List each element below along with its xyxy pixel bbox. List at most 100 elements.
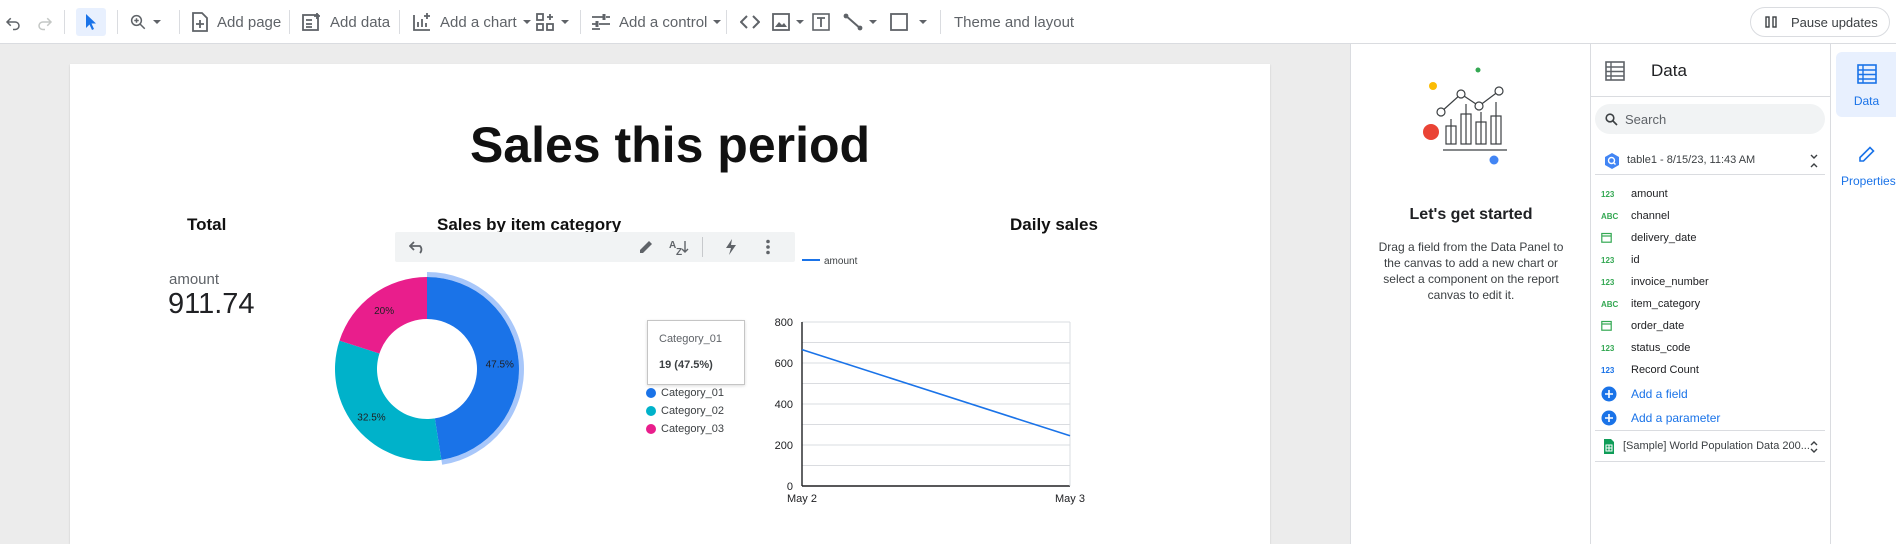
zoom-button[interactable] xyxy=(129,0,162,44)
url-embed-button[interactable] xyxy=(740,0,760,44)
chevron-down-icon xyxy=(561,20,569,24)
add-field-button[interactable]: Add a field xyxy=(1601,384,1688,404)
field-item[interactable]: order_date xyxy=(1601,316,1821,336)
report-page[interactable]: Sales this period Total amount 911.74 Sa… xyxy=(70,64,1270,544)
select-tool-button[interactable] xyxy=(76,8,106,36)
toolbar-divider xyxy=(940,10,941,34)
type-number-icon: 123 xyxy=(1601,189,1615,199)
undo-icon xyxy=(5,17,20,31)
add-control-button[interactable]: Add a control xyxy=(591,0,722,44)
add-parameter-button[interactable]: Add a parameter xyxy=(1601,408,1720,428)
add-page-label: Add page xyxy=(217,13,282,31)
chevron-expand-icon xyxy=(1810,441,1818,453)
add-page-button[interactable]: Add page xyxy=(191,0,281,44)
add-parameter-label: Add a parameter xyxy=(1631,411,1721,425)
chevron-down-icon xyxy=(919,20,927,24)
pause-updates-label: Pause updates xyxy=(1791,14,1878,30)
field-item[interactable]: 123 id xyxy=(1601,250,1821,270)
data-source-selector[interactable]: table1 - 8/15/23, 11:43 AM xyxy=(1595,147,1825,175)
tab-data[interactable]: Data xyxy=(1836,52,1896,117)
field-item[interactable]: delivery_date xyxy=(1601,228,1821,248)
x-tick-label: May 2 xyxy=(787,493,817,505)
table-icon xyxy=(1857,64,1877,84)
image-icon xyxy=(772,13,790,31)
theme-layout-button[interactable]: Theme and layout xyxy=(954,0,1074,44)
y-tick-label: 400 xyxy=(775,399,793,411)
add-data-label: Add data xyxy=(330,13,391,31)
add-page-icon xyxy=(192,12,208,32)
text-box-button[interactable] xyxy=(812,0,830,44)
field-name: status_code xyxy=(1631,342,1691,354)
y-tick-label: 800 xyxy=(775,317,793,329)
add-chart-button[interactable]: Add a chart xyxy=(412,0,532,44)
toolbar-divider xyxy=(580,10,581,34)
bigquery-icon xyxy=(1605,153,1619,169)
field-item[interactable]: 123 Record Count xyxy=(1601,360,1821,380)
pause-updates-button[interactable]: Pause updates xyxy=(1750,7,1890,37)
add-field-label: Add a field xyxy=(1631,387,1688,401)
community-visualizations-button[interactable] xyxy=(535,0,570,44)
welcome-panel: Let's get started Drag a field from the … xyxy=(1350,44,1590,544)
type-date-icon xyxy=(1601,232,1623,245)
top-toolbar: Add page Add data Add a chart Add a cont… xyxy=(0,0,1896,44)
add-circle-icon xyxy=(1601,410,1617,426)
field-item[interactable]: 123 invoice_number xyxy=(1601,272,1821,292)
field-name: amount xyxy=(1631,188,1668,200)
toolbar-divider xyxy=(64,10,65,34)
chevron-down-icon xyxy=(153,20,161,24)
table-icon xyxy=(1605,61,1625,81)
secondary-data-source[interactable]: [Sample] World Population Data 200... xyxy=(1595,430,1825,462)
search-input[interactable] xyxy=(1625,110,1815,128)
toolbar-divider xyxy=(117,10,118,34)
chevron-collapse-icon xyxy=(1810,154,1818,168)
line-icon xyxy=(843,13,863,31)
zoom-icon xyxy=(130,14,146,30)
line-chart[interactable]: 800 600 400 200 0May 2 May 3 amount xyxy=(70,64,1270,544)
add-circle-icon xyxy=(1601,386,1617,402)
image-button[interactable] xyxy=(772,0,805,44)
toolbar-divider xyxy=(289,10,290,34)
report-canvas: Sales this period Total amount 911.74 Sa… xyxy=(0,44,1350,544)
theme-layout-label: Theme and layout xyxy=(954,13,1075,31)
data-panel-title: Data xyxy=(1651,61,1687,80)
undo-button[interactable] xyxy=(4,0,22,44)
welcome-body: Drag a field from the Data Panel to the … xyxy=(1378,240,1564,302)
type-text-icon: ABC xyxy=(1601,299,1619,309)
code-icon xyxy=(740,15,760,29)
field-item[interactable]: ABC item_category xyxy=(1601,294,1821,314)
search-icon xyxy=(1605,113,1618,126)
legend-label: amount xyxy=(824,256,858,267)
line-button[interactable] xyxy=(843,0,878,44)
side-rail: Data Properties xyxy=(1830,44,1896,544)
type-number-icon: 123 xyxy=(1601,255,1615,265)
add-data-button[interactable]: Add data xyxy=(302,0,390,44)
field-item[interactable]: 123 amount xyxy=(1601,184,1821,204)
field-item[interactable]: 123 status_code xyxy=(1601,338,1821,358)
y-tick-label: 600 xyxy=(775,358,793,370)
data-source-name: table1 - 8/15/23, 11:43 AM xyxy=(1627,154,1756,166)
add-chart-label: Add a chart xyxy=(440,13,517,31)
tab-properties-label: Properties xyxy=(1841,174,1896,188)
y-tick-label: 0 xyxy=(787,481,793,493)
shape-button[interactable] xyxy=(890,0,928,44)
chevron-down-icon xyxy=(522,20,531,24)
chevron-down-icon xyxy=(713,20,722,24)
add-control-label: Add a control xyxy=(619,13,708,31)
type-number-icon: 123 xyxy=(1601,365,1615,375)
type-text-icon: ABC xyxy=(1601,211,1619,221)
pause-icon xyxy=(1765,16,1777,28)
toolbar-divider xyxy=(179,10,180,34)
type-number-icon: 123 xyxy=(1601,343,1615,353)
field-name: Record Count xyxy=(1631,364,1699,376)
text-icon xyxy=(812,13,830,31)
redo-button[interactable] xyxy=(36,0,54,44)
y-tick-label: 200 xyxy=(775,440,793,452)
add-chart-icon xyxy=(413,13,430,31)
field-search[interactable] xyxy=(1595,104,1825,134)
add-data-icon xyxy=(302,13,320,31)
tab-properties[interactable]: Properties xyxy=(1836,132,1896,197)
type-number-icon: 123 xyxy=(1601,277,1615,287)
field-name: item_category xyxy=(1631,298,1701,310)
field-item[interactable]: ABC channel xyxy=(1601,206,1821,226)
rectangle-icon xyxy=(890,13,908,31)
